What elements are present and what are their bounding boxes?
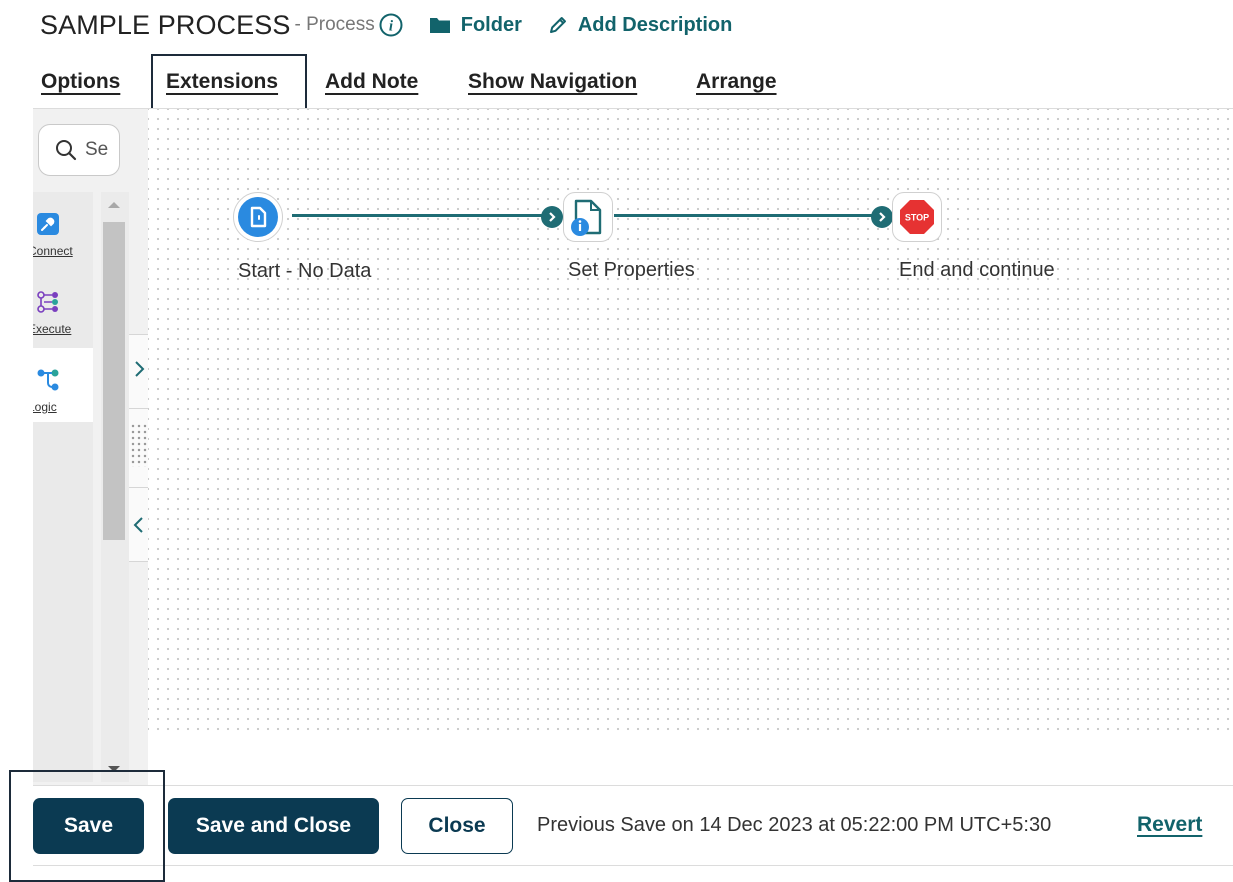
tab-show-navigation[interactable]: Show Navigation: [468, 70, 637, 94]
chevron-left-icon[interactable]: [132, 515, 146, 535]
footer-bottom-divider: [33, 865, 1233, 866]
end-shape[interactable]: STOP: [892, 192, 942, 242]
node-label-start: Start - No Data: [238, 260, 372, 282]
category-logic[interactable]: Logic: [33, 348, 93, 422]
save-and-close-button[interactable]: Save and Close: [168, 798, 379, 854]
logic-icon: [37, 369, 59, 391]
palette-search-input[interactable]: [85, 139, 111, 161]
palette-search[interactable]: [38, 124, 120, 176]
stop-sign-icon: STOP: [900, 200, 934, 234]
info-icon[interactable]: i: [379, 13, 403, 37]
process-type-label: - Process: [294, 14, 375, 35]
scrollbar-thumb[interactable]: [103, 222, 125, 540]
svg-text:i: i: [389, 19, 394, 35]
connector-line[interactable]: [292, 214, 544, 217]
process-title: SAMPLE PROCESS: [40, 9, 291, 40]
folder-link[interactable]: Folder: [429, 14, 522, 37]
category-logic-label: Logic: [33, 400, 57, 414]
start-shape[interactable]: [233, 192, 283, 242]
plug-icon: [37, 213, 59, 235]
save-highlight-box: [9, 770, 165, 882]
add-description-label: Add Description: [577, 13, 733, 36]
stop-badge: STOP: [905, 213, 929, 223]
add-description-link[interactable]: Add Description: [548, 14, 732, 37]
category-connect[interactable]: Connect: [33, 192, 93, 266]
port-arrow-icon[interactable]: [541, 206, 563, 228]
panel-splitter[interactable]: [129, 334, 148, 562]
palette-scrollbar[interactable]: [101, 192, 129, 782]
execute-icon: [37, 291, 58, 313]
drag-handle-icon[interactable]: [130, 423, 148, 467]
pencil-icon: [549, 17, 566, 33]
tab-arrange[interactable]: Arrange: [696, 70, 777, 94]
process-header: SAMPLE PROCESS - Process i Folder Add De…: [40, 8, 732, 42]
folder-label: Folder: [460, 13, 522, 36]
set-properties-shape[interactable]: [563, 192, 613, 242]
tab-add-note[interactable]: Add Note: [325, 70, 418, 94]
port-arrow-icon[interactable]: [871, 206, 893, 228]
close-button[interactable]: Close: [401, 798, 513, 854]
folder-icon: [429, 18, 450, 33]
node-label-set-properties: Set Properties: [568, 259, 695, 281]
previous-save-status: Previous Save on 14 Dec 2023 at 05:22:00…: [537, 814, 1052, 836]
revert-link[interactable]: Revert: [1137, 813, 1202, 837]
tab-options[interactable]: Options: [41, 70, 120, 94]
footer-divider: [33, 785, 1233, 786]
node-label-end: End and continue: [899, 259, 1055, 281]
process-canvas[interactable]: [148, 109, 1233, 785]
category-connect-label: Connect: [33, 244, 73, 258]
start-document-icon: [238, 197, 278, 237]
set-properties-icon: [571, 199, 602, 236]
palette-categories: Connect Execute Logic: [33, 192, 93, 782]
search-icon: [56, 140, 77, 161]
chevron-right-icon[interactable]: [132, 359, 146, 379]
category-execute[interactable]: Execute: [33, 270, 93, 344]
category-execute-label: Execute: [33, 322, 72, 336]
connector-line[interactable]: [614, 214, 872, 217]
scroll-up-icon[interactable]: [108, 202, 120, 208]
